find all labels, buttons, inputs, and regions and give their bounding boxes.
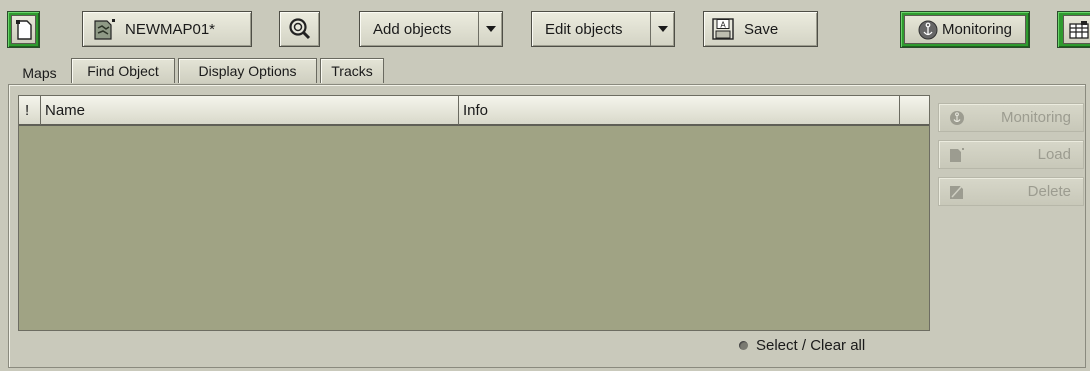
add-objects-dropdown[interactable]: Add objects [359, 11, 503, 47]
table-view-button[interactable] [1057, 11, 1090, 48]
tab-display-options[interactable]: Display Options [178, 58, 317, 83]
load-map-icon [950, 148, 964, 162]
tab-find-object-label: Find Object [87, 63, 159, 79]
load-button[interactable]: Load [938, 140, 1084, 169]
tab-display-options-label: Display Options [198, 63, 297, 79]
radio-dot-icon [739, 340, 748, 350]
column-name-label: Name [45, 101, 86, 119]
new-map-button[interactable] [7, 11, 40, 48]
edit-objects-dropdown[interactable]: Edit objects [531, 11, 675, 47]
tab-find-object[interactable]: Find Object [71, 58, 175, 83]
column-info-label: Info [463, 101, 489, 119]
svg-text:A: A [720, 21, 726, 30]
add-objects-arrow[interactable] [478, 12, 502, 46]
monitoring-side-label: Monitoring [1000, 109, 1071, 126]
column-header-flag[interactable]: ! [19, 96, 41, 126]
edit-objects-arrow[interactable] [650, 12, 674, 46]
add-objects-label: Add objects [373, 20, 452, 38]
select-clear-label: Select / Clear all [756, 336, 866, 354]
monitoring-label: Monitoring [941, 21, 1013, 38]
save-label: Save [744, 20, 779, 38]
save-button[interactable]: A Save [703, 11, 818, 47]
magnifier-icon [288, 18, 310, 40]
tab-maps[interactable]: Maps [11, 60, 68, 84]
search-map-button[interactable] [279, 11, 320, 47]
column-header-spacer [900, 96, 929, 126]
select-clear-all[interactable]: Select / Clear all [739, 335, 865, 355]
anchor-icon [950, 111, 964, 125]
tab-maps-label: Maps [22, 64, 57, 81]
list-body[interactable] [19, 128, 929, 330]
map-name-label: NEWMAP01* [125, 20, 216, 38]
map-name-button[interactable]: NEWMAP01* [82, 11, 252, 47]
tab-tracks-label: Tracks [331, 63, 373, 79]
chevron-down-icon [485, 26, 496, 32]
column-flag-label: ! [25, 101, 30, 119]
delete-label: Delete [1027, 183, 1071, 200]
monitoring-toggle[interactable]: Monitoring [900, 11, 1030, 48]
column-header-info[interactable]: Info [459, 96, 900, 126]
chevron-down-icon [657, 26, 668, 32]
anchor-icon [918, 20, 938, 39]
new-document-icon [15, 19, 32, 40]
tab-tracks[interactable]: Tracks [320, 58, 384, 83]
delete-map-icon [950, 186, 963, 199]
delete-button[interactable]: Delete [938, 177, 1084, 206]
maps-list[interactable]: ! Name Info [18, 95, 930, 331]
column-header-name[interactable]: Name [41, 96, 459, 126]
edit-objects-label: Edit objects [545, 20, 623, 38]
grid-table-icon [1069, 20, 1089, 39]
floppy-disk-icon: A [712, 18, 734, 40]
load-label: Load [1037, 146, 1071, 163]
monitoring-side-button[interactable]: Monitoring [938, 103, 1084, 132]
map-file-icon [94, 19, 115, 40]
